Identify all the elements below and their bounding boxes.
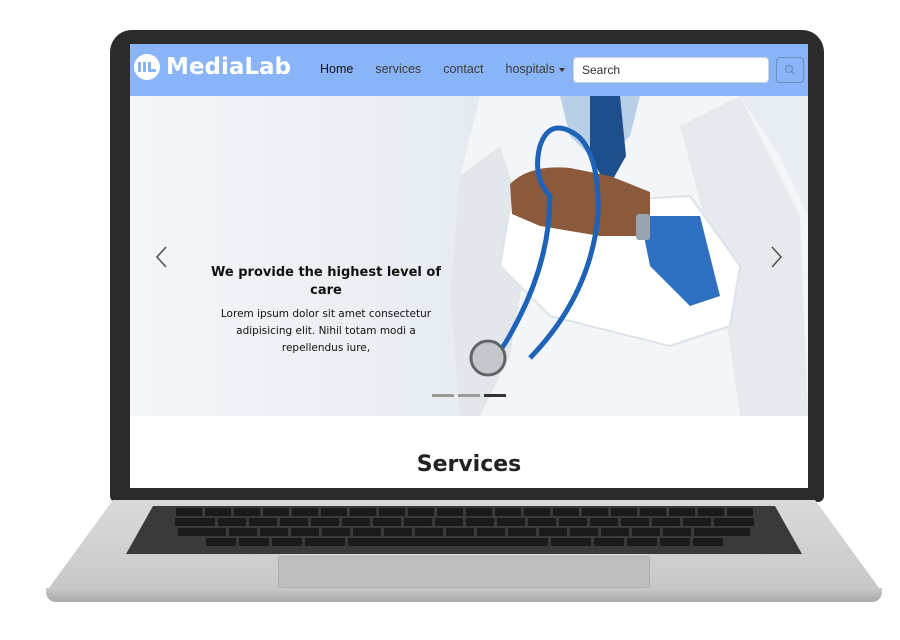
- search-icon: [784, 64, 795, 75]
- carousel-indicator-active[interactable]: [484, 394, 506, 397]
- nav-link-services[interactable]: services: [375, 62, 421, 76]
- search-button[interactable]: [776, 57, 804, 83]
- search-input[interactable]: [573, 57, 769, 83]
- laptop-base: [46, 500, 882, 604]
- services-heading: Services: [416, 452, 522, 477]
- laptop-base-edge: [46, 588, 882, 602]
- chevron-left-icon: [155, 246, 167, 268]
- keyboard: [126, 506, 802, 554]
- caret-down-icon: [558, 67, 565, 72]
- carousel-next-button[interactable]: [766, 243, 786, 271]
- nav-link-home[interactable]: Home: [320, 62, 353, 76]
- hero-carousel: We provide the highest level of care Lor…: [130, 96, 808, 416]
- key-row: [126, 538, 802, 547]
- nav-dropdown-hospitals[interactable]: hospitals: [506, 62, 565, 76]
- brand-name: MediaLab: [166, 54, 291, 80]
- carousel-indicator[interactable]: [458, 394, 480, 397]
- key-row: [126, 508, 802, 517]
- carousel-indicator[interactable]: [432, 394, 454, 397]
- chevron-right-icon: [771, 246, 783, 268]
- navbar: MediaLab Home services contact hospitals: [130, 44, 808, 96]
- nav-link-contact[interactable]: contact: [443, 62, 483, 76]
- carousel-prev-button[interactable]: [152, 243, 172, 271]
- touchpad: [278, 556, 650, 588]
- nav-link-hospitals: hospitals: [505, 62, 555, 76]
- medialab-logo-icon: [134, 54, 160, 80]
- hero-caption: We provide the highest level of care Lor…: [210, 264, 442, 357]
- laptop-screen: MediaLab Home services contact hospitals: [130, 44, 808, 488]
- hero-title: We provide the highest level of care: [211, 265, 441, 298]
- doctor-image: [450, 96, 808, 416]
- brand[interactable]: MediaLab: [134, 54, 291, 80]
- hero-text: Lorem ipsum dolor sit amet consectetur a…: [220, 308, 432, 354]
- nav-menu: Home services contact hospitals: [320, 62, 565, 76]
- key-row: [126, 518, 802, 527]
- carousel-indicators: [432, 394, 506, 397]
- key-row: [126, 528, 802, 537]
